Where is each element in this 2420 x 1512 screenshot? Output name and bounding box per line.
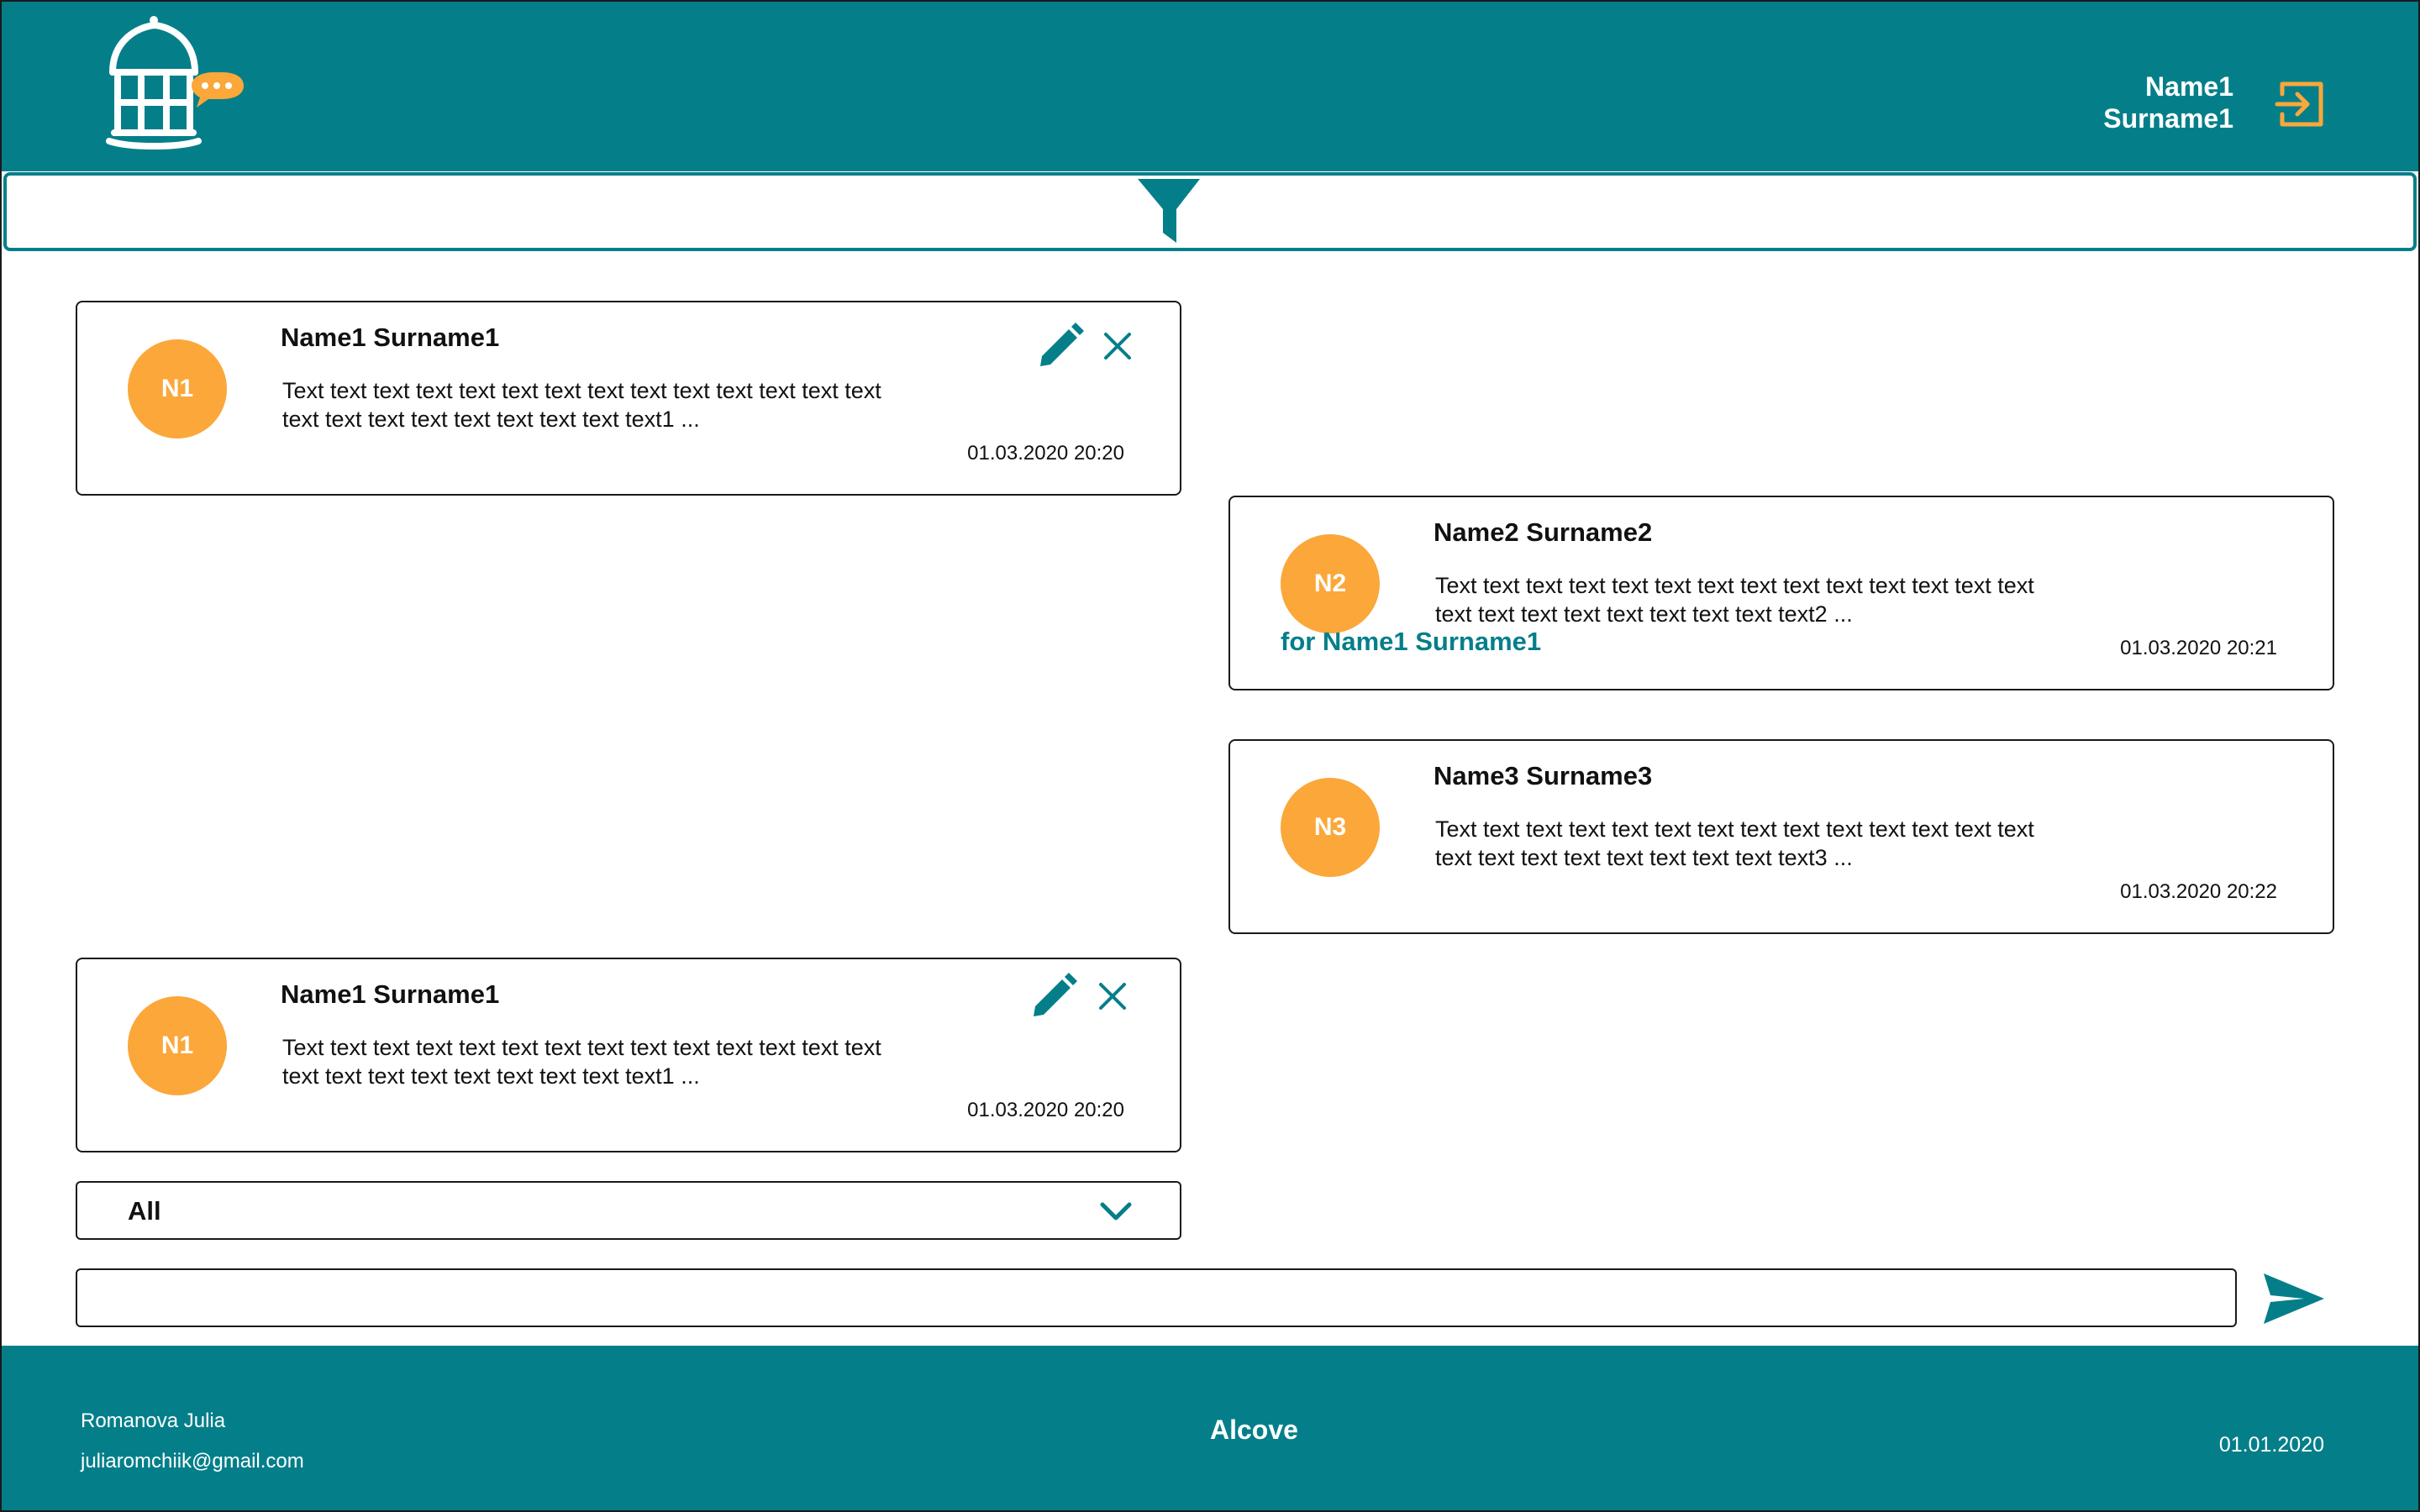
message-text: Text text text text text text text text … bbox=[1435, 815, 2107, 872]
edit-pencil-icon[interactable] bbox=[1030, 973, 1077, 1020]
edit-pencil-icon[interactable] bbox=[1037, 323, 1084, 370]
message-text-line: Text text text text text text text text … bbox=[282, 378, 881, 403]
header: Name1 Surname1 bbox=[2, 2, 2418, 171]
avatar: N1 bbox=[128, 996, 227, 1095]
message-text-line: text text text text text text text text … bbox=[282, 1063, 700, 1089]
filter-bar[interactable] bbox=[3, 172, 2417, 251]
avatar: N2 bbox=[1281, 534, 1380, 633]
send-icon[interactable] bbox=[2262, 1272, 2326, 1326]
message-author: Name1 Surname1 bbox=[281, 323, 500, 352]
message-text-line: text text text text text text text text … bbox=[1435, 845, 1853, 870]
footer-date: 01.01.2020 bbox=[2218, 1433, 2324, 1457]
message-input[interactable] bbox=[76, 1268, 2237, 1327]
message-recipient: for Name1 Surname1 bbox=[1281, 627, 1542, 656]
message-card: N1 Name1 Surname1 Text text text text te… bbox=[76, 958, 1181, 1152]
message-card: N2 Name2 Surname2 Text text text text te… bbox=[1228, 496, 2334, 690]
avatar: N1 bbox=[128, 339, 227, 438]
current-user-name: Name1 Surname1 bbox=[2103, 71, 2233, 134]
message-time: 01.03.2020 20:20 bbox=[967, 1099, 1124, 1121]
message-author: Name1 Surname1 bbox=[281, 979, 500, 1009]
message-text: Text text text text text text text text … bbox=[1435, 571, 2107, 628]
message-time: 01.03.2020 20:22 bbox=[2120, 880, 2277, 903]
gazebo-chat-logo-icon bbox=[106, 16, 244, 150]
logout-icon[interactable] bbox=[2274, 77, 2328, 131]
message-text-line: Text text text text text text text text … bbox=[1435, 816, 2034, 842]
message-text-line: text text text text text text text text … bbox=[1435, 601, 1853, 627]
app-window: Name1 Surname1 N1 Name1 Surname1 Text te… bbox=[0, 0, 2420, 1512]
footer-author-email: juliaromchiik@gmail.com bbox=[81, 1450, 304, 1473]
message-card: N1 Name1 Surname1 Text text text text te… bbox=[76, 301, 1181, 496]
message-text: Text text text text text text text text … bbox=[282, 376, 955, 433]
avatar: N3 bbox=[1281, 778, 1380, 877]
footer: Romanova Julia juliaromchiik@gmail.com A… bbox=[2, 1346, 2418, 1510]
footer-brand: Alcove bbox=[1210, 1415, 1298, 1445]
message-text-line: text text text text text text text text … bbox=[282, 407, 700, 432]
recipient-select[interactable]: All bbox=[76, 1181, 1181, 1240]
user-first-name: Name1 bbox=[2145, 71, 2233, 102]
message-author: Name3 Surname3 bbox=[1434, 761, 1653, 790]
close-icon[interactable] bbox=[1102, 331, 1133, 361]
user-last-name: Surname1 bbox=[2103, 103, 2233, 134]
footer-author-name: Romanova Julia bbox=[81, 1410, 226, 1432]
message-text: Text text text text text text text text … bbox=[282, 1033, 955, 1090]
filter-icon[interactable] bbox=[1136, 176, 1202, 248]
recipient-select-value: All bbox=[128, 1196, 161, 1226]
message-card: N3 Name3 Surname3 Text text text text te… bbox=[1228, 739, 2334, 934]
message-text-line: Text text text text text text text text … bbox=[1435, 573, 2034, 598]
message-author: Name2 Surname2 bbox=[1434, 517, 1653, 547]
chevron-down-icon bbox=[1100, 1202, 1132, 1221]
close-icon[interactable] bbox=[1097, 981, 1128, 1011]
message-time: 01.03.2020 20:21 bbox=[2120, 637, 2277, 659]
message-time: 01.03.2020 20:20 bbox=[967, 442, 1124, 465]
message-text-line: Text text text text text text text text … bbox=[282, 1035, 881, 1060]
